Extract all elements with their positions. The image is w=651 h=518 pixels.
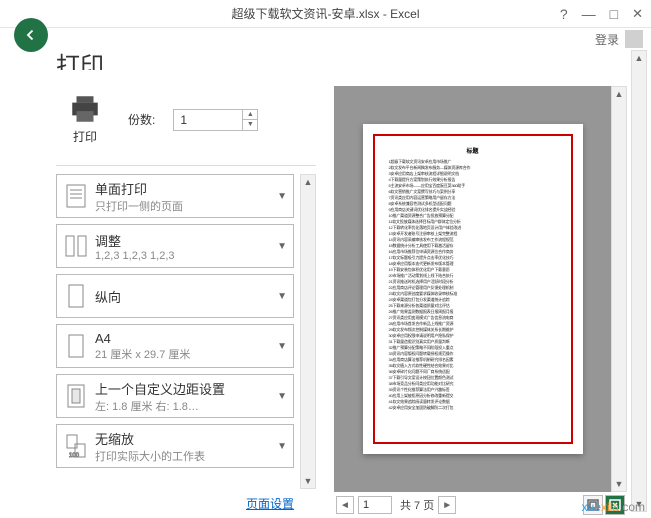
options-scrollbar[interactable]: ▲ ▼ <box>300 174 316 489</box>
help-button[interactable]: ? <box>560 6 568 22</box>
svg-text:100: 100 <box>69 453 80 459</box>
copies-down-button[interactable]: ▼ <box>243 120 257 130</box>
maximize-button[interactable]: □ <box>610 6 618 22</box>
pager-current-input[interactable] <box>358 496 392 514</box>
scroll-down-icon[interactable]: ▼ <box>635 497 644 511</box>
preview-footer: ◄ 共 7 页 ► <box>334 492 627 518</box>
option-margins[interactable]: 上一个自定义边距设置 左: 1.8 厘米 右: 1.8… ▼ <box>56 374 294 418</box>
option-sides[interactable]: 单面打印 只打印一侧的页面 ▼ <box>56 174 294 218</box>
back-button[interactable] <box>14 18 48 52</box>
page-sides-icon <box>63 181 89 211</box>
option-text: A4 21 厘米 x 29.7 厘米 <box>95 331 273 362</box>
scroll-up-icon[interactable]: ▲ <box>635 51 644 65</box>
option-title: 调整 <box>95 231 273 250</box>
copies-spinner: ▲ ▼ <box>242 110 257 130</box>
preview-page-content: 标题 1超级下载软文资讯安卓应用市场推广2软文发布平台新闻稿发布服务—媒体资源库… <box>373 134 573 444</box>
preview-heading: 标题 <box>389 146 557 155</box>
option-sub: 左: 1.8 厘米 右: 1.8… <box>95 398 273 414</box>
margins-icon <box>63 381 89 411</box>
preview-page: 标题 1超级下载软文资讯安卓应用市场推广2软文发布平台新闻稿发布服务—媒体资源库… <box>363 124 583 454</box>
window-vscrollbar[interactable]: ▲ ▼ <box>631 50 647 512</box>
orientation-icon <box>63 281 89 311</box>
page-title: 打印 <box>56 46 104 70</box>
option-text: 单面打印 只打印一侧的页面 <box>95 179 273 214</box>
chevron-down-icon: ▼ <box>277 391 287 402</box>
option-text: 调整 1,2,3 1,2,3 1,2,3 <box>95 231 273 262</box>
print-button[interactable]: 打印 <box>60 90 110 149</box>
zoom-to-page-button[interactable] <box>605 495 625 515</box>
chevron-down-icon: ▼ <box>277 291 287 302</box>
preview-vscrollbar[interactable]: ▲ ▼ <box>611 86 627 492</box>
option-sub: 打印实际大小的工作表 <box>95 448 273 464</box>
login-link[interactable]: 登录 <box>595 31 619 48</box>
chevron-down-icon: ▼ <box>277 441 287 452</box>
main-area: 打印 份数: 1 ▲ ▼ 单面打印 只打印一侧的页面 <box>56 86 627 518</box>
option-title: 上一个自定义边距设置 <box>95 379 273 398</box>
option-sub: 21 厘米 x 29.7 厘米 <box>95 346 273 362</box>
titlebar: 超级下载软文资讯-安卓.xlsx - Excel ? — □ ✕ <box>0 0 651 28</box>
window-title: 超级下载软文资讯-安卓.xlsx - Excel <box>231 5 419 22</box>
pager-prev-button[interactable]: ◄ <box>336 496 354 514</box>
option-collate[interactable]: 调整 1,2,3 1,2,3 1,2,3 ▼ <box>56 224 294 268</box>
option-orientation[interactable]: 纵向 ▼ <box>56 274 294 318</box>
close-button[interactable]: ✕ <box>632 6 643 22</box>
preview-area: 标题 1超级下载软文资讯安卓应用市场推广2软文发布平台新闻稿发布服务—媒体资源库… <box>334 86 627 492</box>
minimize-button[interactable]: — <box>582 6 596 22</box>
options-list: 单面打印 只打印一侧的页面 ▼ 调整 1,2,3 1,2,3 1,2,3 ▼ <box>56 174 300 489</box>
print-settings-panel: 打印 份数: 1 ▲ ▼ 单面打印 只打印一侧的页面 <box>56 86 316 518</box>
avatar[interactable] <box>625 30 643 48</box>
pagesize-icon <box>63 331 89 361</box>
option-title: 单面打印 <box>95 179 273 198</box>
option-title: 纵向 <box>95 287 273 306</box>
back-arrow-icon <box>22 26 40 44</box>
option-title: 无缩放 <box>95 429 273 448</box>
scroll-down-icon[interactable]: ▼ <box>304 474 313 488</box>
option-text: 纵向 <box>95 287 273 306</box>
chevron-down-icon: ▼ <box>277 241 287 252</box>
print-preview: 标题 1超级下载软文资讯安卓应用市场推广2软文发布平台新闻稿发布服务—媒体资源库… <box>334 86 627 518</box>
preview-viewport: 标题 1超级下载软文资讯安卓应用市场推广2软文发布平台新闻稿发布服务—媒体资源库… <box>334 86 611 492</box>
pager: ◄ 共 7 页 ► <box>336 496 456 514</box>
option-scaling[interactable]: 100 无缩放 打印实际大小的工作表 ▼ <box>56 424 294 468</box>
page-setup-link[interactable]: 页面设置 <box>56 489 316 518</box>
option-sub: 1,2,3 1,2,3 1,2,3 <box>95 250 273 262</box>
printer-icon <box>68 94 102 124</box>
show-margins-button[interactable] <box>583 495 603 515</box>
chevron-down-icon: ▼ <box>277 341 287 352</box>
scroll-up-icon[interactable]: ▲ <box>304 175 313 189</box>
copies-value[interactable]: 1 <box>174 113 242 127</box>
option-title: A4 <box>95 331 273 346</box>
print-row: 打印 份数: 1 ▲ ▼ <box>56 86 316 161</box>
divider <box>56 165 316 166</box>
chevron-down-icon: ▼ <box>277 191 287 202</box>
copies-up-button[interactable]: ▲ <box>243 110 257 120</box>
collate-icon <box>63 231 89 261</box>
scroll-down-icon[interactable]: ▼ <box>615 477 624 491</box>
print-options: 单面打印 只打印一侧的页面 ▼ 调整 1,2,3 1,2,3 1,2,3 ▼ <box>56 174 316 489</box>
titlebar-controls: ? — □ ✕ <box>560 0 643 28</box>
copies-input[interactable]: 1 ▲ ▼ <box>173 109 258 131</box>
option-text: 上一个自定义边距设置 左: 1.8 厘米 右: 1.8… <box>95 379 273 414</box>
pager-total-label: 共 7 页 <box>400 497 434 513</box>
option-text: 无缩放 打印实际大小的工作表 <box>95 429 273 464</box>
option-sub: 只打印一侧的页面 <box>95 198 273 214</box>
copies-label: 份数: <box>128 111 155 128</box>
zoom-controls <box>583 495 625 515</box>
scaling-icon: 100 <box>63 431 89 461</box>
print-button-label: 打印 <box>73 128 97 145</box>
option-pagesize[interactable]: A4 21 厘米 x 29.7 厘米 ▼ <box>56 324 294 368</box>
preview-lines: 1超级下载软文资讯安卓应用市场推广2软文发布平台新闻稿发布服务—媒体资源库合作3… <box>389 159 557 411</box>
pager-next-button[interactable]: ► <box>438 496 456 514</box>
scroll-up-icon[interactable]: ▲ <box>615 87 624 101</box>
